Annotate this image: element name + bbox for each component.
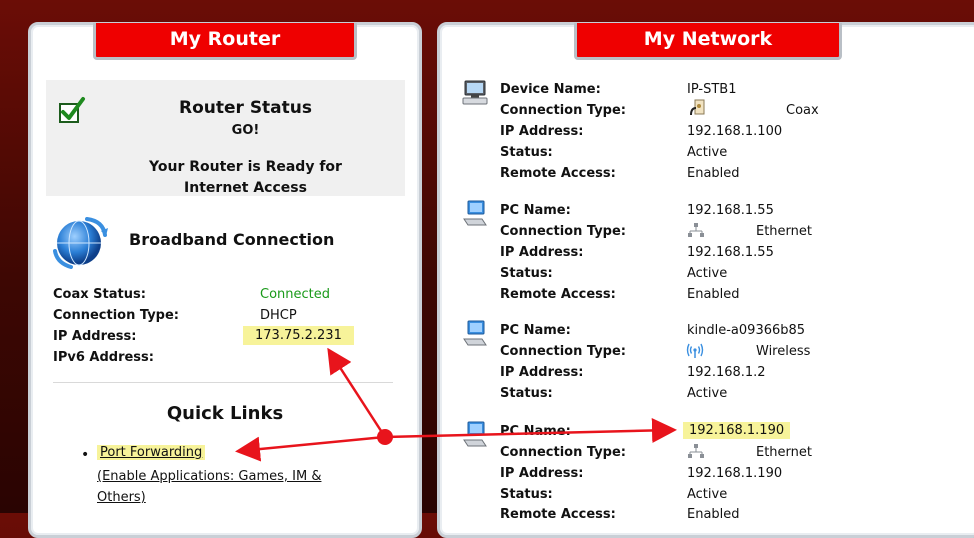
ip-address-label: IP Address: (500, 466, 584, 481)
ethernet-icon (688, 444, 704, 458)
status-value: Active (687, 145, 728, 160)
connection-type-value: DHCP (260, 308, 297, 323)
connection-type-value: Ethernet (756, 445, 812, 460)
router-status-state: GO! (231, 123, 260, 138)
port-forwarding-description[interactable]: (Enable Applications: Games, IM & Others… (97, 466, 367, 508)
connection-type-label: Connection Type: (500, 224, 627, 239)
my-router-tab: My Router (93, 23, 357, 60)
ip-address-value: 192.168.1.2 (687, 365, 766, 380)
ipv6-address-label: IPv6 Address: (53, 350, 154, 365)
ip-address-value: 192.168.1.100 (687, 124, 783, 139)
coax-status-value: Connected (260, 287, 331, 302)
status-value: Active (687, 266, 728, 281)
pc-name-value: kindle-a09366b85 (687, 323, 806, 338)
device-name-label: Device Name: (500, 82, 601, 97)
wireless-icon (686, 343, 704, 358)
pc-icon (463, 200, 487, 226)
pc-icon (463, 320, 487, 346)
port-forwarding-link[interactable]: Port Forwarding (97, 445, 206, 460)
status-label: Status: (500, 487, 553, 502)
ip-address-value: 192.168.1.55 (687, 245, 774, 260)
status-value: Active (687, 487, 728, 502)
remote-access-value: Enabled (687, 166, 740, 181)
ip-address-value: 192.168.1.190 (687, 466, 783, 481)
pc-name-label: PC Name: (500, 323, 571, 338)
router-status-title: Router Status (178, 98, 313, 118)
quick-links-title: Quick Links (166, 403, 284, 424)
router-status-message-line2: Internet Access (184, 180, 307, 196)
broadband-connection-title: Broadband Connection (129, 230, 335, 249)
router-status-message-line1: Your Router is Ready for (149, 159, 342, 175)
device-name-value: IP-STB1 (687, 82, 737, 97)
remote-access-label: Remote Access: (500, 166, 616, 181)
coax-status-label: Coax Status: (53, 287, 146, 302)
connection-type-label: Connection Type: (53, 308, 180, 323)
ethernet-icon (688, 223, 704, 237)
pc-name-label: PC Name: (500, 203, 571, 218)
my-router-panel: My Router Router Status GO! Your Router … (28, 22, 422, 538)
ip-address-value: 173.75.2.231 (243, 326, 354, 345)
pc-icon (463, 421, 487, 447)
status-label: Status: (500, 145, 553, 160)
router-status-message: Your Router is Ready for Internet Access (46, 157, 405, 199)
set-top-box-icon (462, 80, 488, 105)
connection-type-label: Connection Type: (500, 445, 627, 460)
connection-type-value: Coax (786, 103, 819, 118)
remote-access-value: Enabled (687, 507, 740, 522)
connection-type-value: Ethernet (756, 224, 812, 239)
remote-access-value: Enabled (687, 287, 740, 302)
bullet: • (81, 447, 90, 463)
my-network-panel: My Network Device Name: IP-STB1 Connecti… (437, 22, 974, 538)
my-network-tab: My Network (574, 23, 842, 60)
router-status-box: Router Status GO! Your Router is Ready f… (46, 80, 405, 196)
ip-address-label: IP Address: (500, 124, 584, 139)
pc-name-label: PC Name: (500, 424, 571, 439)
remote-access-label: Remote Access: (500, 287, 616, 302)
status-label: Status: (500, 266, 553, 281)
divider (53, 382, 393, 383)
connection-type-label: Connection Type: (500, 344, 627, 359)
pc-name-value: 192.168.1.55 (687, 203, 774, 218)
globe-icon (53, 217, 108, 269)
remote-access-label: Remote Access: (500, 507, 616, 522)
coax-icon (690, 99, 705, 116)
ip-address-label: IP Address: (53, 329, 137, 344)
ip-address-label: IP Address: (500, 365, 584, 380)
connection-type-value: Wireless (756, 344, 811, 359)
ip-address-label: IP Address: (500, 245, 584, 260)
connection-type-label: Connection Type: (500, 103, 627, 118)
status-value: Active (687, 386, 728, 401)
pc-name-value: 192.168.1.190 (683, 422, 791, 439)
status-label: Status: (500, 386, 553, 401)
